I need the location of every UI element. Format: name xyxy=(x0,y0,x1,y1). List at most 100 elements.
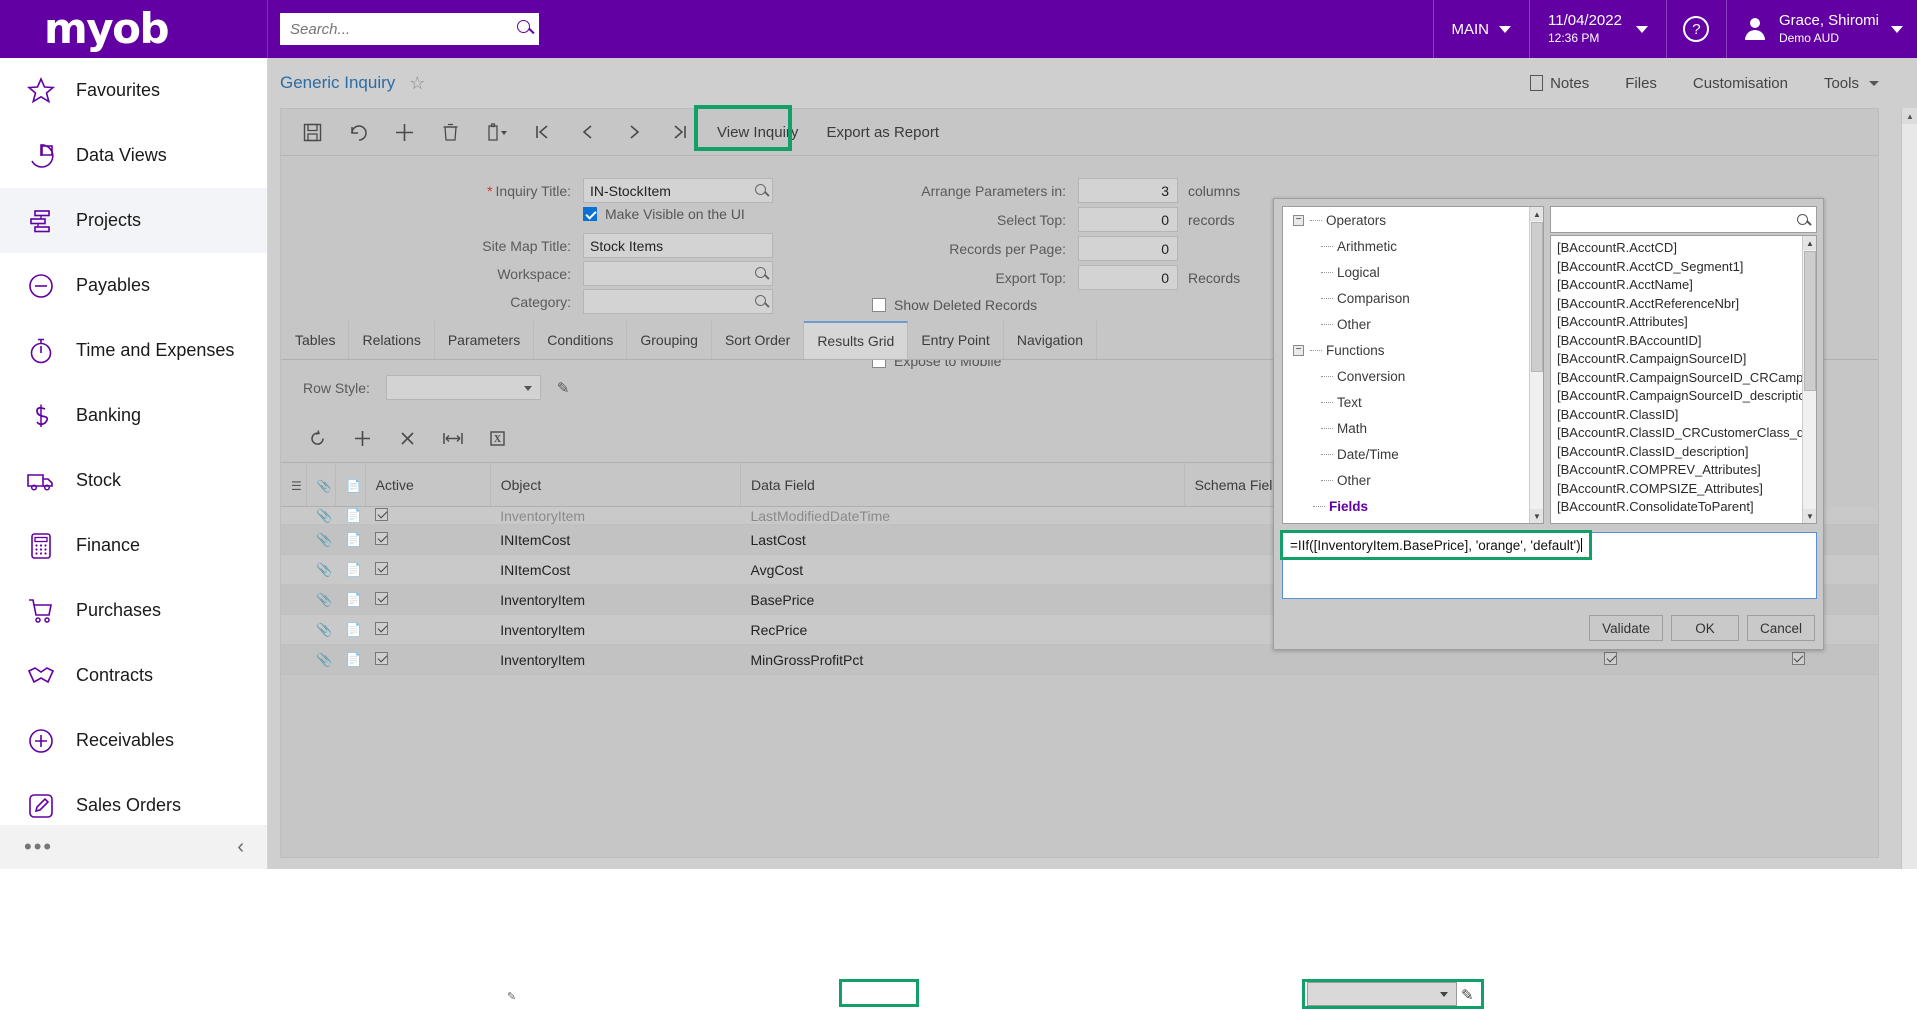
add-icon[interactable] xyxy=(381,109,427,156)
make-visible-checkbox-row[interactable]: Make Visible on the UI xyxy=(583,206,745,222)
tree-node-logical[interactable]: Logical xyxy=(1283,259,1543,285)
note-icon[interactable]: 📄 xyxy=(346,622,362,637)
tree-node-functions[interactable]: − Functions xyxy=(1283,337,1543,363)
active-checkbox[interactable] xyxy=(375,651,389,665)
list-item[interactable]: [BAccountR.AcctCD] xyxy=(1551,239,1816,258)
tree-node-comparison[interactable]: Comparison xyxy=(1283,285,1543,311)
active-checkbox[interactable] xyxy=(375,531,389,545)
list-item[interactable]: [BAccountR.CampaignSourceID_CRCampaig xyxy=(1551,369,1816,388)
attachment-icon[interactable]: 📎 xyxy=(316,592,332,607)
export-as-report-button[interactable]: Export as Report xyxy=(812,109,953,156)
field-search-box[interactable] xyxy=(1550,206,1817,233)
list-item[interactable]: [BAccountR.AcctName] xyxy=(1551,276,1816,295)
formula-tree-panel[interactable]: − Operators Arithmetic Logical Comparison Oth… xyxy=(1282,206,1544,524)
attachment-icon[interactable]: 📎 xyxy=(316,652,332,667)
sidebar-item-payables[interactable]: Payables xyxy=(0,253,267,318)
workspace-field[interactable] xyxy=(583,261,773,286)
selector-search-icon[interactable] xyxy=(755,267,766,278)
width-cell-editor[interactable] xyxy=(1307,982,1457,1006)
fields-list-panel[interactable]: [BAccountR.AcctCD] [BAccountR.AcctCD_Segm… xyxy=(1550,235,1817,524)
list-item[interactable]: [BAccountR.ClassID_CRCustomerClass_desc xyxy=(1551,424,1816,443)
save-icon[interactable] xyxy=(289,109,335,156)
width-cell-edit-icon[interactable]: ✎ xyxy=(1461,986,1474,1004)
list-item[interactable]: [BAccountR.Attributes] xyxy=(1551,313,1816,332)
tree-node-fields[interactable]: Fields xyxy=(1283,493,1543,519)
select-top-field[interactable]: 0 xyxy=(1078,207,1178,232)
note-icon[interactable]: 📄 xyxy=(346,508,362,523)
tree-node-conversion[interactable]: Conversion xyxy=(1283,363,1543,389)
attachment-icon[interactable]: 📎 xyxy=(316,562,332,577)
selector-search-icon[interactable] xyxy=(755,295,766,306)
sidebar-item-finance[interactable]: Finance xyxy=(0,513,267,578)
arrange-parameters-field[interactable]: 3 xyxy=(1078,178,1178,203)
tree-node-date-time[interactable]: Date/Time xyxy=(1283,441,1543,467)
tab-parameters[interactable]: Parameters xyxy=(434,321,535,359)
row-style-edit-icon[interactable]: ✎ xyxy=(557,379,570,397)
note-icon[interactable]: 📄 xyxy=(346,532,362,547)
scroll-down-icon[interactable]: ▼ xyxy=(1803,509,1816,523)
fit-columns-icon[interactable] xyxy=(430,415,475,462)
favourite-star-icon[interactable]: ☆ xyxy=(409,73,425,94)
delete-row-icon[interactable] xyxy=(385,415,430,462)
tab-entry-point[interactable]: Entry Point xyxy=(908,321,1004,359)
scroll-up-icon[interactable]: ▲ xyxy=(1902,108,1917,124)
list-item[interactable]: [BAccountR.CampaignSourceID_description xyxy=(1551,387,1816,406)
scroll-up-icon[interactable]: ▲ xyxy=(1803,236,1816,250)
width-checkbox[interactable] xyxy=(1791,651,1805,665)
tree-scrollbar[interactable]: ▲ ▼ xyxy=(1529,207,1543,523)
active-checkbox[interactable] xyxy=(375,591,389,605)
tree-node-arithmetic[interactable]: Arithmetic xyxy=(1283,233,1543,259)
customisation-button[interactable]: Customisation xyxy=(1693,75,1788,92)
sidebar-item-purchases[interactable]: Purchases xyxy=(0,578,267,643)
branch-selector[interactable]: MAIN xyxy=(1432,0,1530,58)
make-visible-checkbox[interactable] xyxy=(583,207,597,221)
business-date-selector[interactable]: 11/04/2022 12:36 PM xyxy=(1529,0,1666,58)
view-inquiry-button[interactable]: View Inquiry xyxy=(703,109,812,156)
field-search-input[interactable] xyxy=(1551,207,1781,232)
tab-relations[interactable]: Relations xyxy=(349,321,435,359)
notes-button[interactable]: Notes xyxy=(1530,75,1589,92)
tab-grouping[interactable]: Grouping xyxy=(627,321,712,359)
list-item[interactable]: [BAccountR.BAccountID] xyxy=(1551,332,1816,351)
export-top-field[interactable]: 0 xyxy=(1078,265,1178,290)
tools-button[interactable]: Tools xyxy=(1824,75,1879,92)
tree-node-operators[interactable]: − Operators xyxy=(1283,207,1543,233)
tab-conditions[interactable]: Conditions xyxy=(534,321,628,359)
attachment-icon[interactable]: 📎 xyxy=(306,462,337,507)
active-checkbox[interactable] xyxy=(375,621,389,635)
next-record-icon[interactable] xyxy=(611,109,657,156)
user-menu[interactable]: Grace, Shiromi Demo AUD xyxy=(1725,0,1917,58)
sidebar-item-banking[interactable]: Banking xyxy=(0,383,267,448)
scroll-down-icon[interactable]: ▼ xyxy=(1530,509,1543,523)
first-record-icon[interactable] xyxy=(519,109,565,156)
attachment-icon[interactable]: 📎 xyxy=(316,622,332,637)
list-item[interactable]: [BAccountR.ClassID] xyxy=(1551,406,1816,425)
delete-icon[interactable] xyxy=(427,109,473,156)
search-input[interactable] xyxy=(280,13,539,45)
note-icon[interactable]: 📄 xyxy=(335,462,366,507)
note-icon[interactable]: 📄 xyxy=(346,562,362,577)
active-checkbox[interactable] xyxy=(375,507,389,521)
refresh-icon[interactable] xyxy=(295,415,340,462)
tree-node-math[interactable]: Math xyxy=(1283,415,1543,441)
scroll-thumb[interactable] xyxy=(1531,222,1543,372)
note-icon[interactable]: 📄 xyxy=(346,592,362,607)
show-deleted-records-row[interactable]: Show Deleted Records xyxy=(872,297,1037,313)
collapse-sidebar-icon[interactable]: ‹ xyxy=(237,836,244,859)
ok-button[interactable]: OK xyxy=(1670,615,1739,641)
cancel-button[interactable]: Cancel xyxy=(1746,615,1815,641)
files-button[interactable]: Files xyxy=(1625,75,1657,92)
tree-node-other[interactable]: Other xyxy=(1283,311,1543,337)
sidebar-item-contracts[interactable]: Contracts xyxy=(0,643,267,708)
page-title[interactable]: Generic Inquiry xyxy=(280,73,395,93)
validate-button[interactable]: Validate xyxy=(1589,615,1663,641)
show-deleted-records-checkbox[interactable] xyxy=(872,298,886,312)
sidebar-item-data-views[interactable]: Data Views xyxy=(0,123,267,188)
list-item[interactable]: [BAccountR.AcctCD_Segment1] xyxy=(1551,258,1816,277)
sidebar-item-time-and-expenses[interactable]: Time and Expenses xyxy=(0,318,267,383)
site-map-title-field[interactable]: Stock Items xyxy=(583,233,773,258)
list-item[interactable]: [BAccountR.ClassID_description] xyxy=(1551,443,1816,462)
tree-node-other[interactable]: Other xyxy=(1283,467,1543,493)
category-field[interactable] xyxy=(583,289,773,314)
formula-input[interactable]: =IIf([InventoryItem.BasePrice], 'orange'… xyxy=(1282,532,1817,599)
